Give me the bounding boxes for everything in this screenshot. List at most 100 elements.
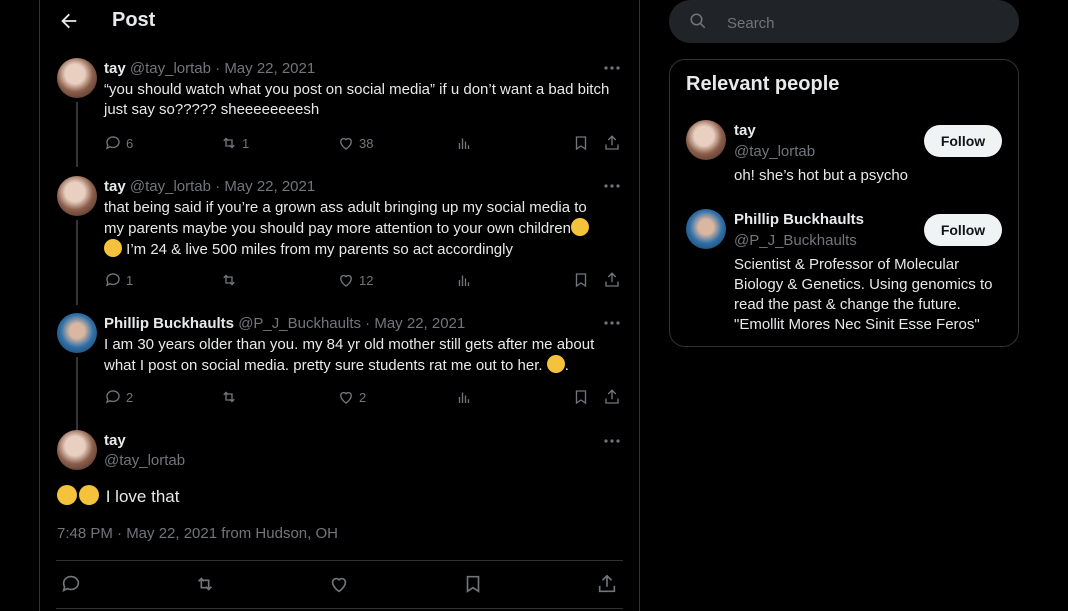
tweet-text: I am 30 years older than you. my 84 yr o… <box>104 335 624 376</box>
share-button[interactable] <box>603 270 625 290</box>
reply-icon <box>105 273 120 287</box>
share-button[interactable] <box>596 573 618 595</box>
post-text-content: I love that <box>105 487 180 506</box>
more-icon[interactable] <box>602 179 622 193</box>
views-button[interactable] <box>455 133 477 153</box>
avatar[interactable] <box>686 209 726 249</box>
avatar[interactable] <box>57 313 97 353</box>
tweet-text-end: . <box>564 357 569 374</box>
avatar[interactable] <box>686 120 726 160</box>
divider <box>56 560 623 561</box>
bookmark-button[interactable] <box>572 270 594 290</box>
reply-icon <box>105 136 120 150</box>
bookmark-button[interactable] <box>572 133 594 153</box>
bookmark-icon <box>575 390 587 405</box>
post-text: I love that <box>57 485 179 507</box>
avatar[interactable] <box>57 58 97 98</box>
repost-icon <box>223 274 235 286</box>
author-handle[interactable]: @tay_lortab <box>104 452 185 469</box>
heart-icon <box>340 391 352 404</box>
author-handle[interactable]: @tay_lortab <box>130 178 211 195</box>
reply-icon <box>105 390 120 404</box>
repost-icon <box>223 391 235 403</box>
reply-icon <box>62 575 80 592</box>
follow-button[interactable]: Follow <box>924 214 1002 246</box>
author-handle[interactable]: @tay_lortab <box>130 60 211 77</box>
like-count: 38 <box>359 135 374 151</box>
person-handle[interactable]: @P_J_Buckhaults <box>734 232 857 249</box>
post-timestamp[interactable]: 7:48 PM · May 22, 2021 from Hudson, OH <box>57 525 338 542</box>
reply-button[interactable] <box>60 573 82 595</box>
share-icon <box>605 272 619 287</box>
tweet-text-line: what I post on social media. pretty sure… <box>104 357 543 374</box>
like-button[interactable] <box>328 573 350 595</box>
like-button[interactable]: 12 <box>337 270 373 290</box>
tweet-meta: tay @tay_lortab · May 22, 2021 <box>104 178 316 195</box>
follow-button[interactable]: Follow <box>924 125 1002 157</box>
share-button[interactable] <box>603 387 625 407</box>
winking-tongue-emoji-icon <box>546 355 565 373</box>
tweet-text-line: my parents maybe you should pay more att… <box>104 220 571 237</box>
avatar[interactable] <box>57 176 97 216</box>
pensive-emoji-icon <box>104 239 122 257</box>
bookmark-icon <box>466 575 480 593</box>
tweet-date[interactable]: May 22, 2021 <box>374 315 465 332</box>
author-name[interactable]: Phillip Buckhaults <box>104 315 234 332</box>
avatar[interactable] <box>57 430 97 470</box>
more-icon[interactable] <box>602 316 622 330</box>
search-input[interactable] <box>725 12 999 34</box>
divider <box>56 608 623 609</box>
views-button[interactable] <box>455 270 477 290</box>
author-handle[interactable]: @P_J_Buckhaults <box>238 315 361 332</box>
repost-button[interactable] <box>194 573 216 595</box>
tweet-date[interactable]: May 22, 2021 <box>224 60 315 77</box>
tweet-text: “you should watch what you post on socia… <box>104 81 610 118</box>
author-name[interactable]: tay <box>104 432 126 449</box>
repost-button[interactable] <box>220 387 242 407</box>
author-name[interactable]: tay <box>104 178 126 195</box>
repost-count: 1 <box>242 135 250 151</box>
person-name[interactable]: tay <box>734 122 756 139</box>
reply-count: 1 <box>126 272 134 288</box>
heart-icon <box>340 137 352 150</box>
thread-tweet[interactable]: tay @tay_lortab · May 22, 2021 “you shou… <box>40 55 639 167</box>
search-icon <box>689 12 707 30</box>
share-button[interactable] <box>603 133 625 153</box>
repost-button[interactable] <box>220 270 242 290</box>
like-button[interactable]: 2 <box>337 387 366 407</box>
page-header: Post <box>40 0 639 42</box>
bookmark-icon <box>575 273 587 288</box>
repost-button[interactable]: 1 <box>220 133 249 153</box>
more-icon[interactable] <box>602 434 622 448</box>
repost-icon <box>197 577 213 591</box>
views-button[interactable] <box>455 387 477 407</box>
bookmark-button[interactable] <box>572 387 594 407</box>
page-title: Post <box>112 9 156 31</box>
views-icon <box>458 275 470 286</box>
tweet-date[interactable]: May 22, 2021 <box>224 178 315 195</box>
more-icon[interactable] <box>602 61 622 75</box>
tweet-actions: 6 1 38 <box>104 133 624 153</box>
search-box[interactable] <box>669 0 1019 43</box>
heart-icon <box>340 274 352 287</box>
person-name[interactable]: Phillip Buckhaults <box>734 211 864 228</box>
laughing-emoji-icon <box>57 485 77 505</box>
back-arrow-icon[interactable] <box>58 10 80 32</box>
like-button[interactable]: 38 <box>337 133 373 153</box>
thread-tweet[interactable]: Phillip Buckhaults @P_J_Buckhaults · May… <box>40 310 639 437</box>
reply-button[interactable]: 1 <box>104 270 133 290</box>
person-handle[interactable]: @tay_lortab <box>734 143 815 160</box>
tweet-actions: 1 12 <box>104 270 624 290</box>
like-count: 2 <box>359 389 367 405</box>
reply-count: 2 <box>126 389 134 405</box>
author-handle-text[interactable]: @tay_lortab <box>104 452 185 469</box>
reply-button[interactable]: 2 <box>104 387 133 407</box>
bookmark-icon <box>575 136 587 151</box>
bookmark-button[interactable] <box>462 573 484 595</box>
author-name[interactable]: tay <box>104 60 126 77</box>
reply-button[interactable]: 6 <box>104 133 133 153</box>
thread-tweet[interactable]: tay @tay_lortab · May 22, 2021 that bein… <box>40 173 639 305</box>
relevant-people-panel: Relevant people tay @tay_lortab Follow o… <box>669 59 1019 347</box>
author-name-text[interactable]: tay <box>104 432 126 449</box>
post-actions <box>56 573 623 597</box>
